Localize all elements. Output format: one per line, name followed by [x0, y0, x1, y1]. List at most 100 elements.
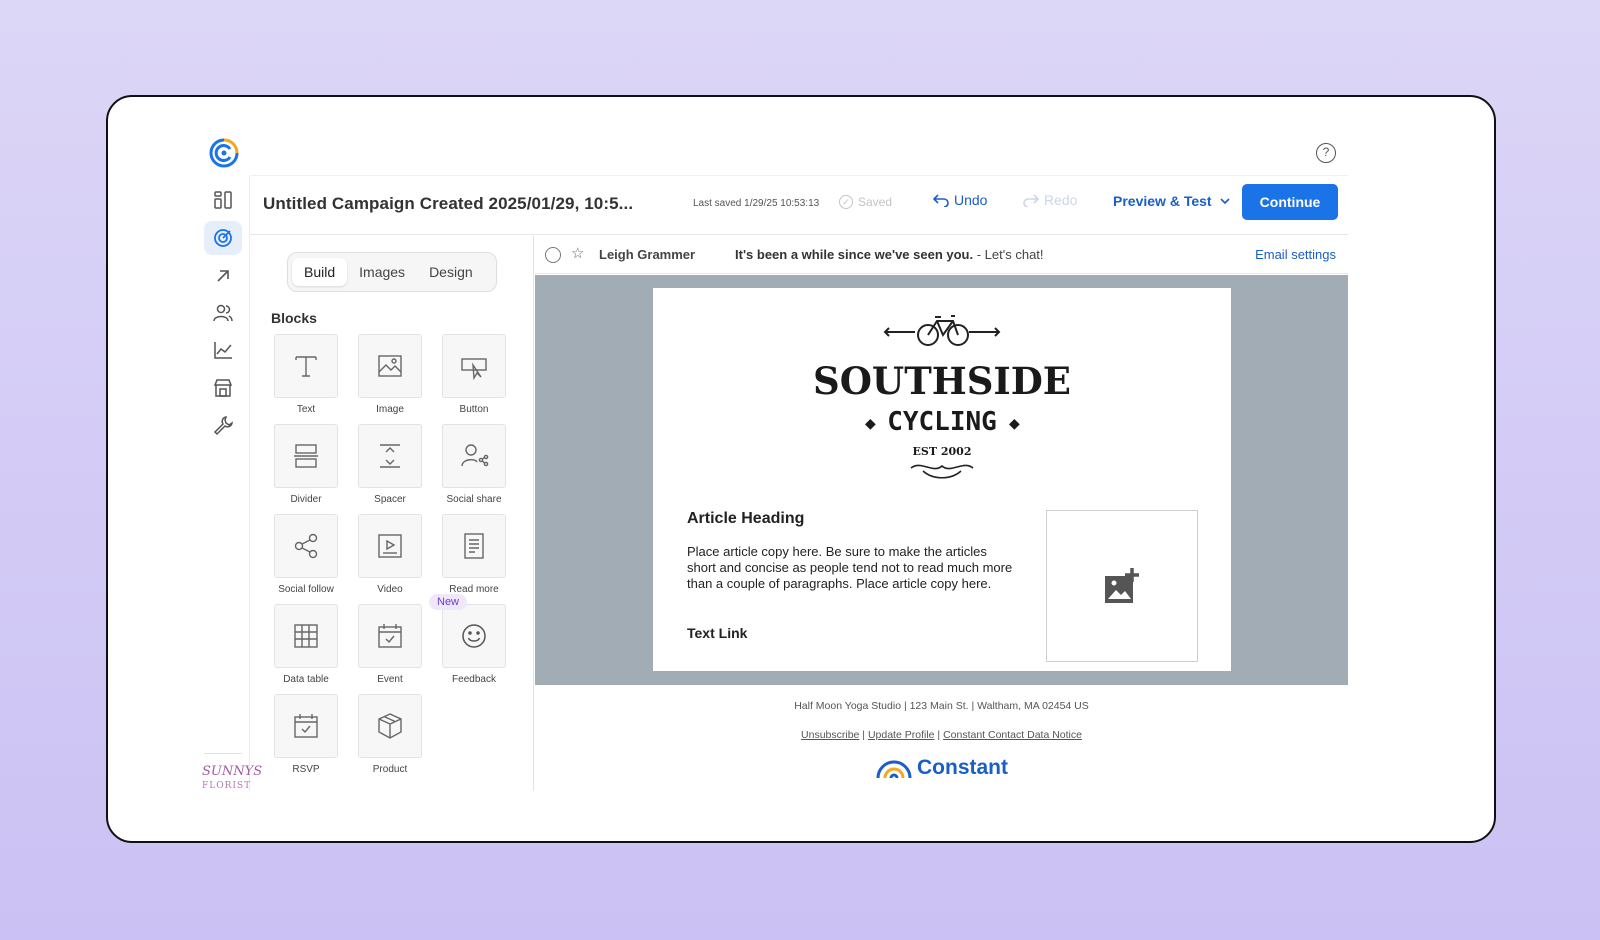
video-icon: [378, 534, 402, 558]
constant-arcs-icon: [876, 760, 912, 779]
block-label: Social share: [446, 494, 502, 505]
screenshot-frame: ? SUNNYS FLORIST Untitled Campaign Creat…: [106, 95, 1496, 843]
rsvp-icon: [294, 714, 318, 738]
read-more-icon: [464, 533, 484, 559]
undo-button[interactable]: Undo: [933, 192, 987, 208]
image-placeholder[interactable]: [1046, 510, 1198, 662]
select-radio[interactable]: [545, 247, 561, 263]
block-label: Text: [296, 404, 316, 415]
preheader-text: - Let's chat!: [973, 247, 1044, 262]
block-feedback[interactable]: New Feedback: [429, 594, 511, 690]
left-nav-rail: SUNNYS FLORIST: [196, 175, 262, 792]
store-icon[interactable]: [204, 371, 242, 405]
sender-name[interactable]: Leigh Grammer: [599, 247, 695, 262]
editor-header: Untitled Campaign Created 2025/01/29, 10…: [251, 175, 1348, 235]
update-profile-link[interactable]: Update Profile: [868, 729, 935, 741]
spacer-icon: [380, 444, 400, 468]
top-bar: ?: [196, 133, 1348, 173]
preview-label: Preview & Test: [1113, 193, 1212, 209]
last-saved-text: Last saved 1/29/25 10:53:13: [693, 198, 820, 209]
contacts-icon[interactable]: [204, 296, 242, 330]
data-notice-link[interactable]: Constant Contact Data Notice: [943, 729, 1082, 741]
block-spacer[interactable]: Spacer: [353, 424, 427, 510]
account-brand-logo[interactable]: SUNNYS FLORIST: [202, 765, 262, 792]
block-data-table[interactable]: Data table: [269, 604, 343, 690]
divider-icon: [294, 444, 318, 468]
footer-brand-text: Constant: [917, 756, 1008, 779]
saved-indicator: ✓ Saved: [839, 195, 892, 209]
email-editor: ☆ Leigh Grammer It's been a while since …: [535, 236, 1348, 791]
diamond-left-icon: ◆: [865, 415, 876, 431]
check-circle-icon: ✓: [839, 195, 853, 209]
flourish-icon: [910, 464, 974, 479]
brand-est: EST 2002: [913, 445, 972, 458]
data-table-icon: [294, 624, 318, 648]
undo-label: Undo: [954, 192, 988, 208]
product-icon: [378, 713, 402, 739]
event-icon: [378, 624, 402, 648]
campaign-title[interactable]: Untitled Campaign Created 2025/01/29, 10…: [263, 194, 633, 214]
block-label: RSVP: [292, 764, 320, 775]
tools-icon[interactable]: [204, 408, 242, 442]
brand-line1: SOUTHSIDE: [813, 359, 1071, 403]
tab-design[interactable]: Design: [417, 258, 485, 286]
subject-text: It's been a while since we've seen you.: [735, 247, 974, 262]
new-badge: New: [429, 594, 468, 610]
email-settings-link[interactable]: Email settings: [1255, 247, 1336, 262]
email-content-card[interactable]: SOUTHSIDE CYCLING ◆ ◆ EST 2002 Article H…: [653, 288, 1231, 671]
chevron-down-icon: [1219, 198, 1230, 204]
footer-links: Unsubscribe | Update Profile | Constant …: [801, 729, 1082, 741]
campaigns-icon[interactable]: [204, 221, 242, 255]
preview-test-dropdown[interactable]: Preview & Test: [1113, 193, 1230, 209]
article-body[interactable]: Place article copy here. Be sure to make…: [687, 544, 1017, 592]
blocks-heading: Blocks: [271, 310, 317, 326]
southside-cycling-logo: SOUTHSIDE CYCLING ◆ ◆ EST 2002: [813, 315, 1071, 479]
star-icon[interactable]: ☆: [571, 244, 584, 262]
button-icon: [461, 358, 487, 381]
dashboard-icon[interactable]: [204, 183, 242, 217]
block-button[interactable]: Button: [437, 334, 511, 420]
block-label: Social follow: [278, 584, 334, 595]
block-label: Video: [377, 584, 403, 595]
add-image-icon: [1105, 568, 1139, 603]
arrow-up-right-icon[interactable]: [204, 259, 242, 293]
block-social-follow[interactable]: Social follow: [269, 514, 343, 600]
tab-images[interactable]: Images: [347, 258, 417, 286]
help-icon[interactable]: ?: [1316, 143, 1336, 163]
constant-contact-logo-icon[interactable]: [208, 137, 240, 169]
redo-button[interactable]: Redo: [1023, 192, 1077, 208]
reporting-icon[interactable]: [204, 333, 242, 367]
block-label: Feedback: [452, 674, 496, 685]
app-window: ? SUNNYS FLORIST Untitled Campaign Creat…: [196, 133, 1348, 791]
continue-button[interactable]: Continue: [1242, 184, 1338, 220]
constant-contact-footer-logo[interactable]: Constant: [875, 756, 1008, 780]
block-read-more[interactable]: Read more: [437, 514, 511, 600]
subject-line[interactable]: It's been a while since we've seen you. …: [735, 247, 1044, 262]
block-label: Button: [459, 404, 489, 415]
block-event[interactable]: Event: [353, 604, 427, 690]
text-icon: [295, 356, 317, 377]
block-label: Data table: [283, 674, 329, 685]
redo-label: Redo: [1044, 192, 1078, 208]
block-video[interactable]: Video: [353, 514, 427, 600]
tab-build[interactable]: Build: [292, 258, 348, 286]
bicycle-icon: [883, 315, 1001, 346]
article-heading[interactable]: Article Heading: [687, 510, 804, 528]
block-text[interactable]: Text: [269, 334, 343, 420]
block-label: Event: [377, 674, 403, 685]
social-share-icon: [461, 444, 489, 467]
block-label: Image: [376, 404, 404, 415]
block-divider[interactable]: Divider: [269, 424, 343, 510]
saved-label: Saved: [858, 195, 893, 209]
block-rsvp[interactable]: RSVP: [269, 694, 343, 780]
email-canvas: SOUTHSIDE CYCLING ◆ ◆ EST 2002 Article H…: [535, 275, 1348, 685]
redo-icon: [1023, 194, 1039, 207]
block-product[interactable]: Product: [353, 694, 427, 780]
article-text-link[interactable]: Text Link: [687, 625, 747, 641]
brand-mini-subtext: FLORIST: [202, 781, 252, 791]
block-label: Divider: [290, 494, 322, 505]
block-social-share[interactable]: Social share: [437, 424, 511, 510]
unsubscribe-link[interactable]: Unsubscribe: [801, 729, 859, 741]
block-image[interactable]: Image: [353, 334, 427, 420]
block-label: Spacer: [374, 494, 406, 505]
